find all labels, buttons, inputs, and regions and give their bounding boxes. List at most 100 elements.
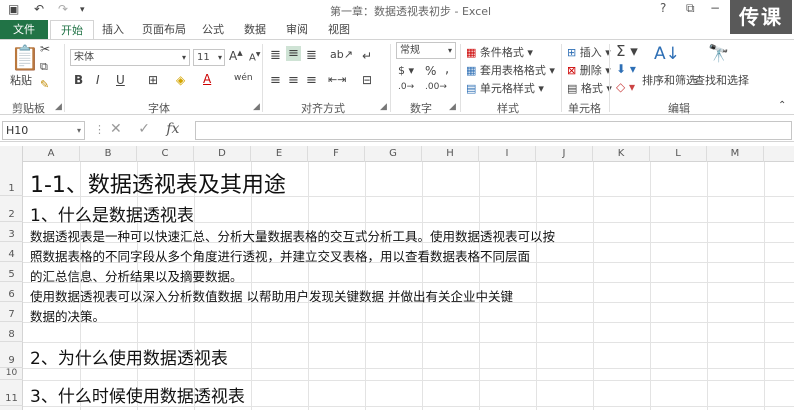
column-header-g[interactable]: G (365, 146, 422, 162)
cell-a5[interactable]: 的汇总信息、分析结果以及摘要数据。 (30, 266, 243, 285)
help-icon[interactable]: ? (660, 1, 666, 15)
wrap-text-icon[interactable]: ↵ (362, 49, 372, 63)
tab-home[interactable]: 开始 (50, 20, 94, 40)
font-launcher-icon[interactable]: ◢ (253, 102, 260, 112)
bold-button[interactable]: B (74, 73, 83, 87)
align-right-icon[interactable]: ≡ (306, 73, 317, 88)
merge-center-icon[interactable]: ⊟ (362, 73, 372, 87)
align-center-icon[interactable]: ≡ (288, 73, 299, 88)
row-header-11[interactable]: 11 (0, 380, 23, 406)
decrease-decimal-icon[interactable]: .00→ (425, 82, 447, 92)
tab-review[interactable]: 审阅 (276, 20, 318, 40)
cell-a3[interactable]: 数据透视表是一种可以快速汇总、分析大量数据表格的交互式分析工具。使用数据透视表可… (30, 226, 555, 245)
column-header-m[interactable]: M (707, 146, 764, 162)
number-launcher-icon[interactable]: ◢ (449, 102, 456, 112)
indent-icon[interactable]: ⇤⇥ (328, 73, 346, 86)
column-header-b[interactable]: B (80, 146, 137, 162)
clear-icon[interactable]: ◇ ▾ (616, 80, 635, 94)
underline-button[interactable]: U (116, 73, 125, 87)
row-header-6[interactable]: 6 (0, 282, 23, 302)
currency-icon[interactable]: $ ▾ (398, 64, 414, 77)
collapse-ribbon-icon[interactable]: ⌃ (778, 100, 786, 111)
column-header-f[interactable]: F (308, 146, 365, 162)
row-header-9[interactable]: 9 (0, 342, 23, 368)
column-header-j[interactable]: J (536, 146, 593, 162)
align-bottom-icon[interactable]: ≣ (306, 48, 317, 63)
row-header-10[interactable]: 10 (0, 368, 23, 380)
grow-font-button[interactable]: A▲ (229, 49, 243, 63)
redo-icon[interactable]: ↷ (58, 2, 68, 16)
row-header-5[interactable]: 5 (0, 262, 23, 282)
cell-a7[interactable]: 数据的决策。 (30, 306, 105, 325)
percent-button[interactable]: % (425, 64, 436, 78)
column-header-a[interactable]: A (23, 146, 80, 162)
column-header-l[interactable]: L (650, 146, 707, 162)
font-size-select[interactable]: 11 ▾ (193, 49, 225, 66)
cell-a4[interactable]: 照数据表格的不同字段从多个角度进行透视，并建立交叉表格，用以查看数据表格不同层面 (30, 246, 530, 265)
italic-button[interactable]: I (96, 73, 100, 87)
orientation-icon[interactable]: ab↗ (330, 48, 353, 61)
tab-page-layout[interactable]: 页面布局 (132, 20, 196, 40)
minimize-icon[interactable]: − (710, 1, 720, 15)
row-header-4[interactable]: 4 (0, 242, 23, 262)
border-icon[interactable]: ⊞ (148, 73, 158, 87)
row-header-3[interactable]: 3 (0, 222, 23, 242)
shrink-font-button[interactable]: A▼ (249, 51, 260, 63)
column-header-k[interactable]: K (593, 146, 650, 162)
insert-function-icon[interactable]: fx (166, 121, 179, 137)
comma-button[interactable]: , (445, 62, 449, 77)
increase-decimal-icon[interactable]: .0→ (398, 82, 414, 92)
ribbon-display-icon[interactable]: ⧉ (686, 1, 695, 16)
format-painter-icon[interactable]: ✎ (40, 78, 49, 91)
cancel-entry-icon[interactable]: ✕ (110, 121, 122, 137)
cell-a2[interactable]: 1、什么是数据透视表 (30, 201, 194, 226)
worksheet-grid[interactable]: A B C D E F G H I J K L M 1 2 3 4 5 6 7 … (0, 146, 794, 410)
font-name-select[interactable]: 宋体 ▾ (70, 49, 190, 66)
column-header-c[interactable]: C (137, 146, 194, 162)
row-header-1[interactable]: 1 (0, 162, 23, 196)
column-header-h[interactable]: H (422, 146, 479, 162)
confirm-entry-icon[interactable]: ✓ (138, 121, 150, 137)
tab-insert[interactable]: 插入 (92, 20, 134, 40)
alignment-launcher-icon[interactable]: ◢ (380, 102, 387, 112)
name-box[interactable]: H10 ▾ (2, 121, 85, 140)
cell-styles-button[interactable]: ▤ 单元格样式 ▾ (466, 80, 544, 96)
align-top-icon[interactable]: ≣ (270, 48, 281, 63)
format-as-table-button[interactable]: ▦ 套用表格格式 ▾ (466, 62, 555, 78)
formula-input[interactable] (195, 121, 792, 140)
find-select-icon[interactable]: 🔭 (708, 44, 729, 64)
tab-data[interactable]: 数据 (234, 20, 276, 40)
phonetic-button[interactable]: wén (234, 73, 253, 83)
customize-qat-icon[interactable]: ▾ (80, 5, 85, 15)
tab-view[interactable]: 视图 (318, 20, 360, 40)
column-header-d[interactable]: D (194, 146, 251, 162)
row-header-7[interactable]: 7 (0, 302, 23, 322)
cell-a6[interactable]: 使用数据透视表可以深入分析数值数据 以帮助用户发现关键数据 并做出有关企业中关键 (30, 286, 513, 305)
cell-a9[interactable]: 2、为什么使用数据透视表 (30, 344, 228, 369)
clipboard-launcher-icon[interactable]: ◢ (55, 102, 62, 112)
sort-filter-icon[interactable]: A↓ (654, 44, 680, 64)
format-cells-button[interactable]: ▤ 格式 ▾ (567, 80, 612, 96)
tab-file[interactable]: 文件 (0, 20, 48, 40)
fill-icon[interactable]: ⬇ ▾ (616, 62, 636, 76)
font-color-icon[interactable]: A (203, 72, 211, 86)
tab-formulas[interactable]: 公式 (192, 20, 234, 40)
align-left-icon[interactable]: ≡ (270, 73, 281, 88)
number-format-select[interactable]: 常规 ▾ (396, 42, 456, 59)
paste-icon[interactable]: 📋 (10, 44, 40, 72)
paste-button[interactable]: 粘贴 (10, 72, 32, 88)
fill-color-icon[interactable]: ◈ (176, 73, 185, 87)
align-middle-icon[interactable]: ≡ (286, 46, 301, 61)
row-header-2[interactable]: 2 (0, 196, 23, 222)
cut-icon[interactable]: ✂ (40, 42, 50, 56)
sort-filter-button[interactable]: 排序和筛选 (642, 72, 697, 88)
column-header-i[interactable]: I (479, 146, 536, 162)
select-all-corner[interactable] (0, 146, 23, 162)
row-header-8[interactable]: 8 (0, 322, 23, 342)
insert-cells-button[interactable]: ⊞ 插入 ▾ (567, 44, 611, 60)
save-icon[interactable]: ▣ (8, 2, 19, 16)
autosum-icon[interactable]: Σ ▾ (616, 42, 638, 60)
cell-a11[interactable]: 3、什么时候使用数据透视表 (30, 382, 245, 407)
cell-a1[interactable]: 1-1、数据透视表及其用途 (30, 167, 286, 199)
column-header-e[interactable]: E (251, 146, 308, 162)
